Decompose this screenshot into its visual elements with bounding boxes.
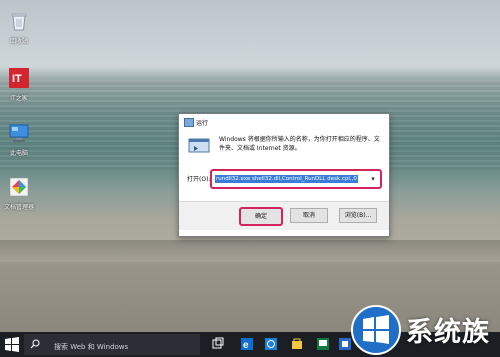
dialog-titlebar[interactable]: 运行 [179, 114, 389, 130]
command-input[interactable]: rundll32.exe shell32.dll,Control_RunDLL … [214, 173, 368, 185]
dialog-title: 运行 [196, 120, 209, 127]
svg-text:e: e [243, 340, 249, 351]
desktop-icon-photo[interactable]: 文档管理器 [2, 176, 36, 211]
cancel-button[interactable]: 取消 [290, 208, 328, 223]
command-text: rundll32.exe shell32.dll,Control_RunDLL … [215, 175, 358, 183]
desktop-icon-label: IT之家 [10, 95, 28, 102]
run-title-icon [184, 118, 194, 127]
desktop-icon-recycle-bin[interactable]: 回收站 [2, 10, 36, 45]
desktop-icon-label: 回收站 [9, 38, 28, 45]
browse-button[interactable]: 浏览(B)... [339, 208, 377, 223]
task-view-icon[interactable] [211, 337, 225, 351]
it-app-icon: IT [9, 68, 29, 88]
desktop-icon-label: 此电脑 [9, 150, 28, 157]
run-app-icon [188, 138, 210, 153]
photo-app-icon [9, 177, 29, 197]
command-highlight: rundll32.exe shell32.dll,Control_RunDLL … [210, 169, 382, 189]
run-app-icon[interactable] [316, 337, 330, 351]
dialog-description: Windows 将根据你所输入的名称，为你打开相应的程序、文件夹、文档或 Int… [219, 136, 380, 152]
dropdown-arrow-icon[interactable]: ▾ [368, 173, 378, 185]
run-dialog: 运行 Windows 将根据你所输入的名称，为你打开相应的程序、文件夹、文档或 … [178, 113, 390, 237]
edge-browser-icon[interactable]: e [240, 337, 254, 351]
windows-start-icon[interactable] [2, 335, 22, 354]
svg-text:IT: IT [12, 73, 22, 85]
file-explorer-icon[interactable] [264, 337, 278, 351]
desktop-icon-label: 文档管理器 [3, 204, 34, 211]
recycle-bin-icon [11, 13, 27, 31]
watermark-logo-icon [351, 305, 401, 355]
this-pc-icon [9, 124, 29, 142]
search-placeholder: 搜索 Web 和 Windows [54, 343, 129, 351]
desktop-icon-it[interactable]: IT IT之家 [2, 67, 36, 102]
search-box[interactable]: 搜索 Web 和 Windows [24, 334, 200, 355]
dialog-button-row: 确定 取消 浏览(B)... [179, 201, 389, 230]
store-icon[interactable] [290, 337, 304, 351]
search-icon [30, 339, 40, 349]
open-label: 打开(O): [187, 176, 211, 183]
desktop-icon-this-pc[interactable]: 此电脑 [2, 122, 36, 157]
site-watermark: 系统族 [348, 302, 500, 357]
watermark-text: 系统族 [406, 317, 490, 348]
ok-button[interactable]: 确定 [239, 207, 283, 226]
